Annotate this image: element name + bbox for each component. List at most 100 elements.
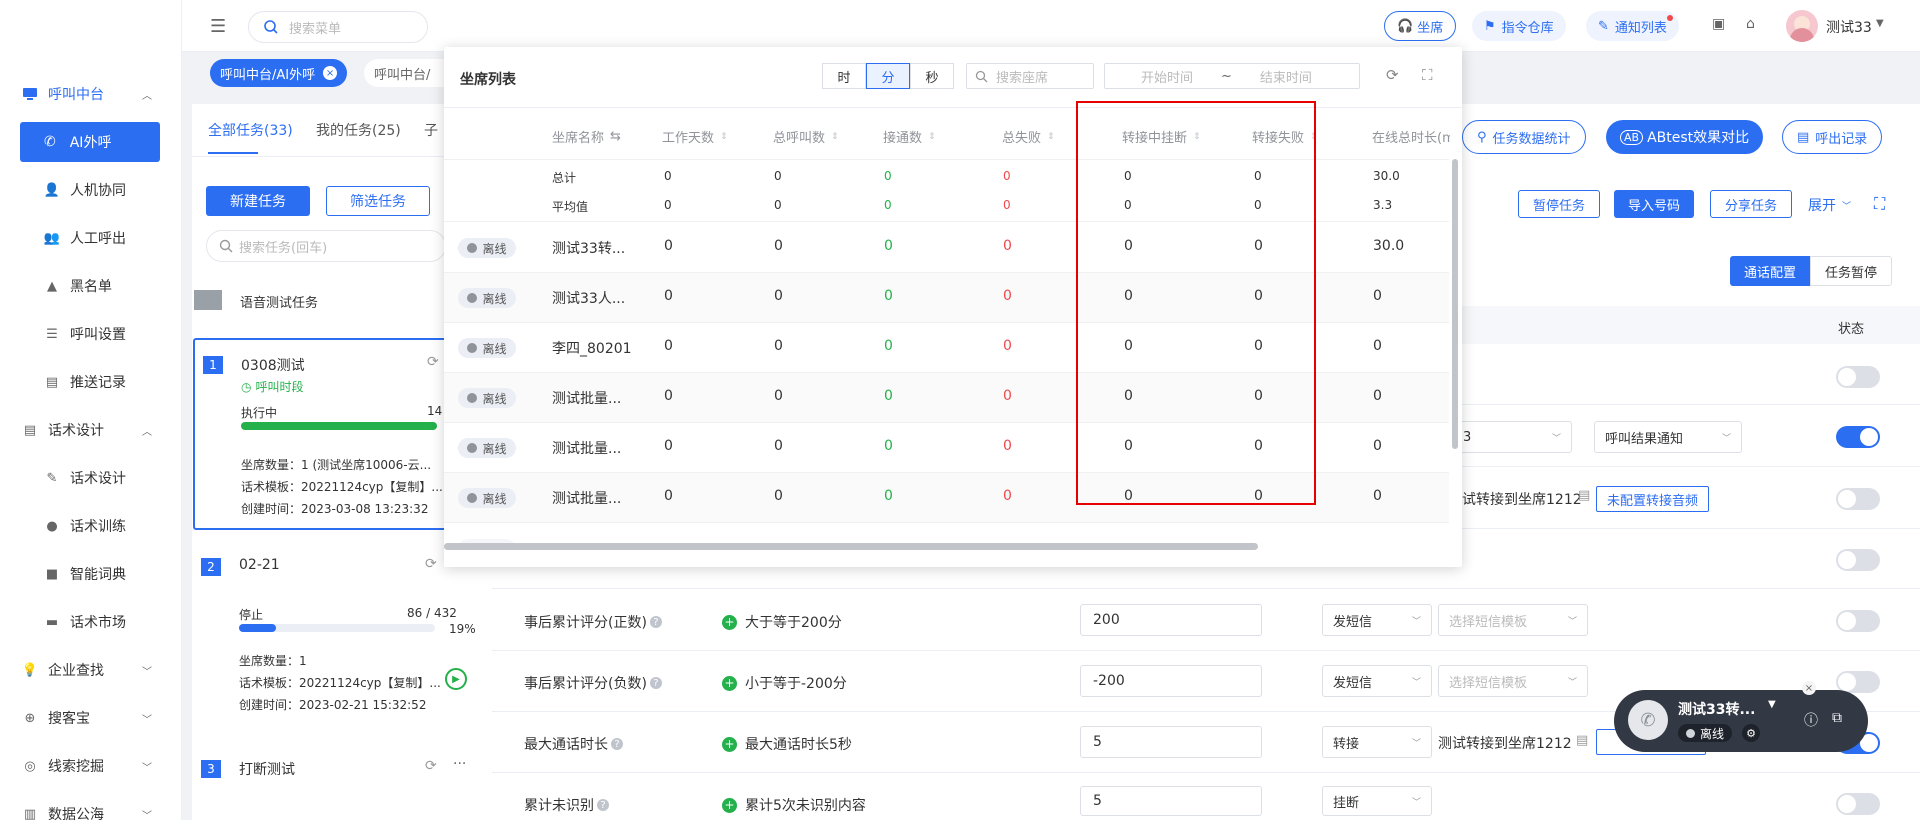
status-toggle[interactable] [1836, 366, 1880, 388]
tag-active[interactable]: 呼叫中台/AI外呼 × [210, 59, 348, 87]
sidebar-item-script-design[interactable]: ✎ 话术设计 [0, 458, 182, 498]
abtest-button[interactable]: AB ABtest效果对比 [1606, 120, 1764, 154]
more-icon[interactable]: ··· [453, 756, 466, 772]
sidebar-group-souke[interactable]: ⊕ 搜客宝 ﹀ [0, 698, 182, 738]
seat-search-input[interactable]: 搜索座席 [966, 63, 1094, 89]
avatar[interactable] [1786, 10, 1818, 42]
info-icon[interactable]: ⓘ [1804, 710, 1818, 730]
filter-task-button[interactable]: 筛选任务 [326, 186, 430, 216]
refresh-icon[interactable]: ⟳ [1386, 66, 1399, 84]
caret-down-icon[interactable]: ▼ [1876, 18, 1884, 29]
task-card[interactable]: 2 02-21 ⟳ 停止 86 / 432 19% 坐席数量：1 话术模板：20… [193, 542, 492, 732]
sidebar-item-call-settings[interactable]: ☰ 呼叫设置 [0, 314, 182, 354]
doc-icon[interactable]: ▤ [1576, 733, 1588, 748]
rule-action-select[interactable]: 转接 ﹀ [1322, 726, 1432, 758]
col-header-total-calls[interactable]: 总呼叫数 ⇕ [773, 127, 839, 146]
sidebar-group-call-center[interactable]: 呼叫中台 ︿ [0, 74, 182, 114]
pause-task-button[interactable]: 暂停任务 [1518, 190, 1601, 218]
sidebar-item-script-market[interactable]: ▬ 话术市场 [0, 602, 182, 642]
notify-select[interactable]: 呼叫结果通知 ﹀ [1594, 421, 1742, 453]
softphone-status[interactable]: 离线 [1678, 724, 1733, 742]
sidebar-item-blacklist[interactable]: ▲ 黑名单 [0, 266, 182, 306]
rule-action-select[interactable]: 发短信 ﹀ [1322, 665, 1432, 697]
status-toggle[interactable] [1836, 610, 1880, 632]
help-icon[interactable]: ? [649, 616, 662, 628]
command-warehouse-button[interactable]: ⚑ 指令仓库 [1472, 11, 1566, 41]
sms-template-select[interactable]: 选择短信模板 ﹀ [1438, 665, 1588, 697]
expand-toggle[interactable]: 展开 ﹀ [1808, 195, 1851, 215]
sidebar-item-hybrid[interactable]: 👤 人机协同 [0, 170, 182, 210]
status-toggle[interactable] [1836, 793, 1880, 815]
rule-action-select[interactable]: 挂断 ﹀ [1322, 786, 1432, 816]
softphone-widget[interactable]: ✆ 测试33转... ▼ 离线 ⚙ ⓘ ⧉ × [1614, 681, 1868, 752]
col-header-total-failed[interactable]: 总失败 ⇕ [1002, 127, 1055, 146]
help-icon[interactable]: ? [597, 799, 609, 811]
fullscreen-icon[interactable]: ⛶ [1422, 66, 1433, 84]
col-header-online-duration[interactable]: 在线总时长(mi [1372, 127, 1450, 146]
sidebar-item-push-records[interactable]: ▤ 推送记录 [0, 362, 182, 402]
tab-my-tasks[interactable]: 我的任务(25) [316, 120, 401, 140]
fullscreen-icon[interactable]: ⛶ [1874, 194, 1885, 214]
help-icon[interactable]: ? [649, 677, 662, 689]
tab-task-pause[interactable]: 任务暂停 [1810, 256, 1893, 286]
status-toggle[interactable] [1836, 488, 1880, 510]
select-placeholder: 选择短信模板 [1449, 614, 1528, 630]
sidebar-item-script-training[interactable]: ● 话术训练 [0, 506, 182, 546]
vertical-scrollbar[interactable] [1452, 159, 1458, 449]
refresh-icon[interactable]: ⟳ [427, 354, 439, 370]
close-icon[interactable]: × [1802, 681, 1816, 695]
doc-icon[interactable]: ▤ [1578, 488, 1590, 503]
import-number-button[interactable]: 导入号码 [1614, 190, 1695, 218]
play-icon[interactable]: ▶ [445, 668, 467, 690]
window-icon[interactable]: ▣ [1712, 16, 1725, 32]
sidebar-group-enterprise[interactable]: 💡 企业查找 ﹀ [0, 650, 182, 690]
rule-value-input[interactable]: 5 [1080, 726, 1262, 758]
task-card[interactable]: 3 打断测试 ⟳ ··· [193, 744, 492, 820]
caret-down-icon[interactable]: ▼ [1768, 699, 1776, 710]
sidebar-group-leads[interactable]: ◎ 线索挖掘 ﹀ [0, 746, 182, 786]
horizontal-scrollbar[interactable] [444, 543, 1258, 550]
unit-second-button[interactable]: 秒 [910, 63, 954, 89]
config-select[interactable]: 3 ﹀ [1448, 421, 1572, 453]
minimize-icon[interactable]: ⧉ [1832, 710, 1842, 726]
rule-value-input[interactable]: 200 [1080, 604, 1262, 636]
notify-list-button[interactable]: ✎ 通知列表 [1586, 11, 1679, 41]
menu-search[interactable]: 搜索菜单 [248, 11, 428, 43]
tab-all-tasks[interactable]: 全部任务(33) [208, 120, 293, 140]
rule-value-input[interactable]: 5 [1080, 786, 1262, 816]
rule-action-select[interactable]: 发短信 ﹀ [1322, 604, 1432, 636]
status-toggle[interactable] [1836, 549, 1880, 571]
date-range-picker[interactable]: 开始时间 ~ 结束时间 [1104, 63, 1360, 89]
sidebar-group-data-sea[interactable]: ▥ 数据公海 ﹀ [0, 794, 182, 820]
call-record-button[interactable]: ▤ 呼出记录 [1782, 120, 1883, 154]
rule-value-input[interactable]: -200 [1080, 665, 1262, 697]
unit-hour-button[interactable]: 时 [822, 63, 866, 89]
building-icon[interactable]: ⌂ [1746, 16, 1755, 32]
refresh-icon[interactable]: ⟳ [425, 556, 437, 572]
seat-button[interactable]: 🎧 坐席 [1384, 11, 1457, 41]
status-toggle[interactable] [1836, 426, 1880, 448]
unit-minute-button[interactable]: 分 [866, 63, 910, 89]
task-search-input[interactable]: 搜索任务(回车) [206, 230, 446, 262]
col-header-work-days[interactable]: 工作天数 ⇕ [662, 127, 728, 146]
settings-icon[interactable]: ⚙ [1742, 724, 1760, 742]
sidebar-group-script-design[interactable]: ▤ 话术设计 ︿ [0, 410, 182, 450]
help-icon[interactable]: ? [611, 738, 623, 750]
new-task-button[interactable]: 新建任务 [206, 186, 310, 216]
task-group-name[interactable]: 语音测试任务 [240, 292, 318, 311]
col-header-connected[interactable]: 接通数 ⇕ [883, 127, 936, 146]
refresh-icon[interactable]: ⟳ [425, 758, 437, 774]
username[interactable]: 测试33 [1826, 17, 1872, 37]
sms-template-select[interactable]: 选择短信模板 ﹀ [1438, 604, 1588, 636]
tab-call-config[interactable]: 通话配置 [1730, 256, 1811, 286]
close-icon[interactable]: × [323, 66, 338, 80]
sidebar-item-ai-call[interactable]: ✆ AI外呼 [20, 122, 160, 162]
task-stats-button[interactable]: ⚲ 任务数据统计 [1462, 120, 1586, 154]
col-header-seat-name[interactable]: 坐席名称 ⇆ [552, 127, 621, 146]
share-task-button[interactable]: 分享任务 [1710, 190, 1793, 218]
sidebar-item-manual-call[interactable]: 👥 人工呼出 [0, 218, 182, 258]
menu-collapse-icon[interactable]: ☰ [210, 16, 226, 37]
audio-config-button[interactable]: 未配置转接音频 [1596, 486, 1710, 512]
tab-sub[interactable]: 子 [424, 120, 438, 140]
sidebar-item-smart-dictionary[interactable]: ■ 智能词典 [0, 554, 182, 594]
